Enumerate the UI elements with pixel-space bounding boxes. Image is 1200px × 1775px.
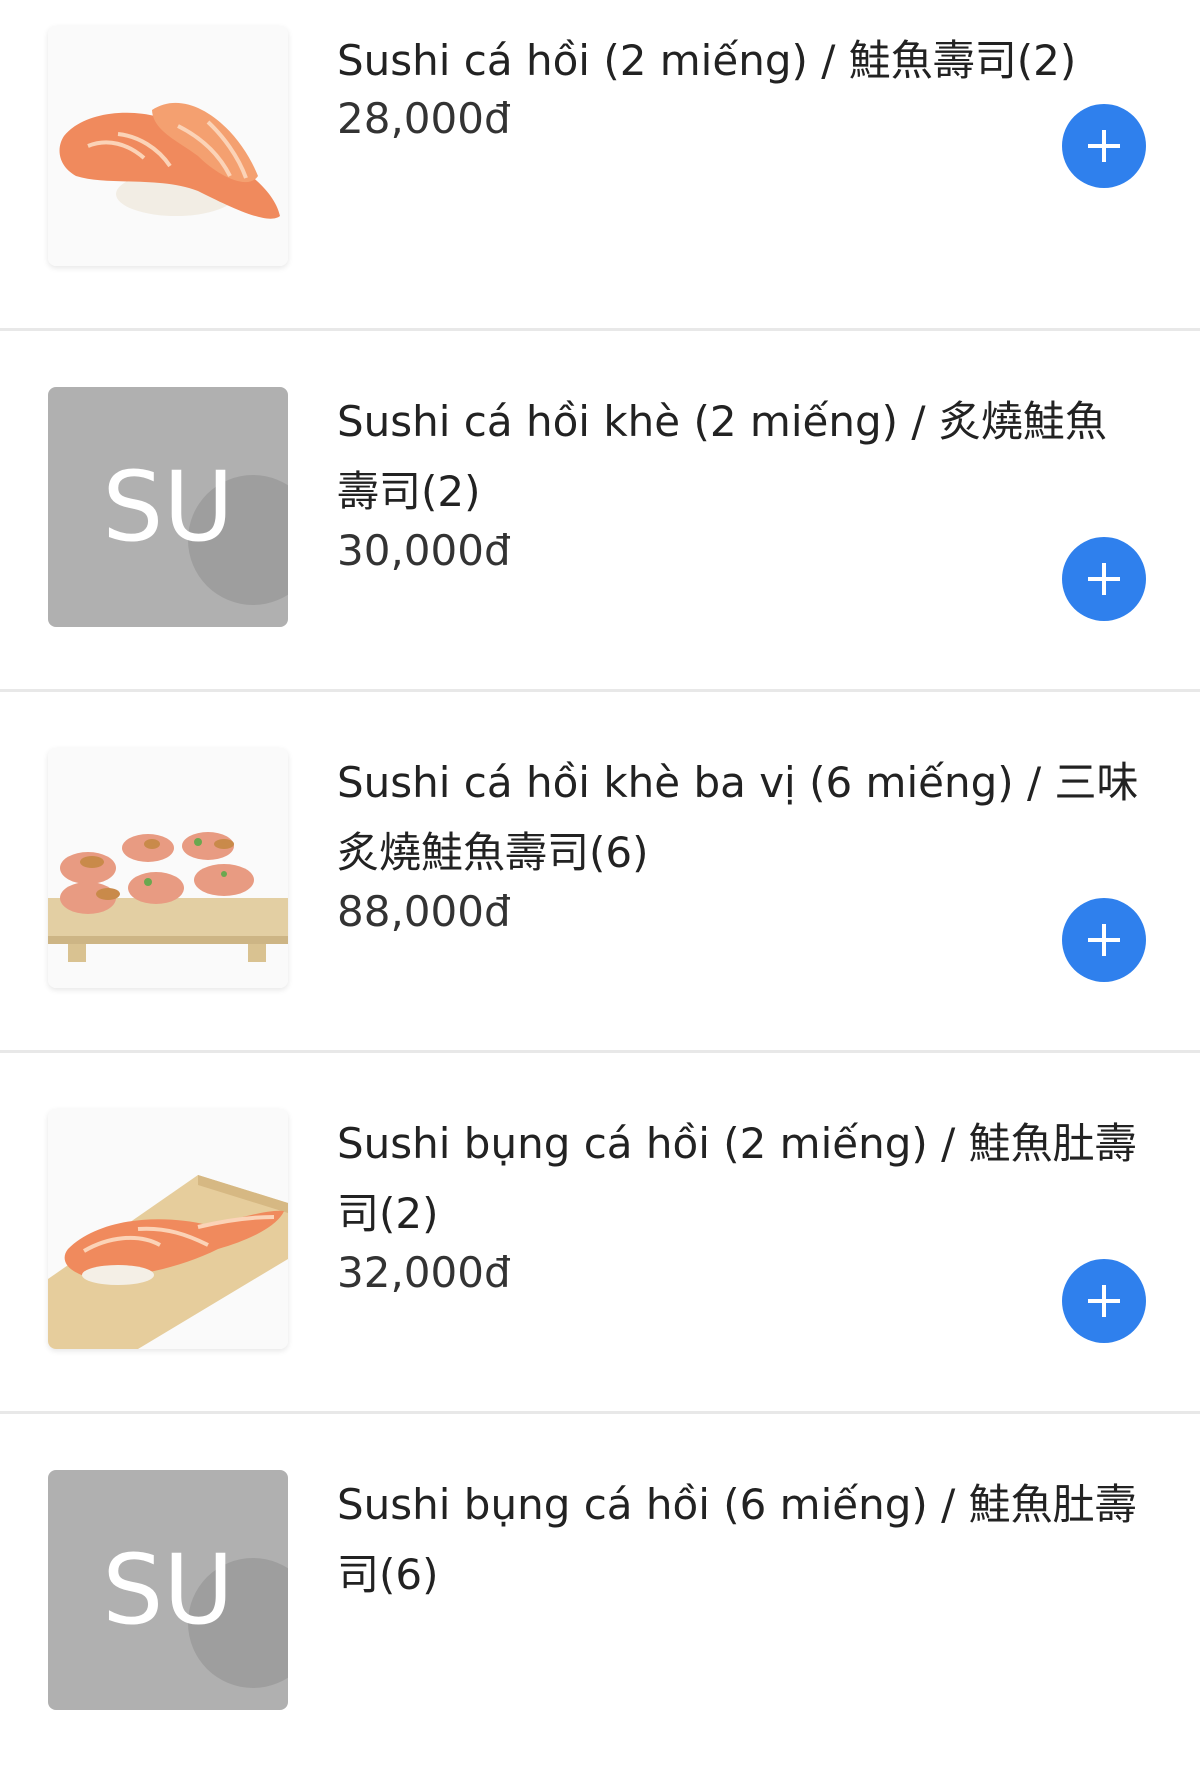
item-name: Sushi bụng cá hồi (2 miếng) / 鮭魚肚壽司(2) [337, 1119, 1137, 1238]
menu-item[interactable]: Sushi cá hồi khè ba vị (6 miếng) / 三味炙燒鮭… [0, 692, 1200, 1053]
item-name: Sushi cá hồi khè ba vị (6 miếng) / 三味炙燒鮭… [337, 758, 1139, 877]
item-price: 32,000đ [337, 1248, 511, 1297]
item-image-placeholder: SU [48, 387, 288, 627]
menu-item[interactable]: Sushi cá hồi (2 miếng) / 鮭魚壽司(2) 28,000đ [0, 0, 1200, 331]
item-name: Sushi bụng cá hồi (6 miếng) / 鮭魚肚壽司(6) [337, 1480, 1137, 1599]
item-image-seared-salmon-platter [48, 748, 288, 988]
item-price: 30,000đ [337, 526, 511, 575]
placeholder-initials: SU [102, 1534, 234, 1646]
item-image-salmon-belly-nigiri [48, 1109, 288, 1349]
placeholder-initials: SU [102, 451, 234, 563]
menu-item[interactable]: SU Sushi cá hồi khè (2 miếng) / 炙燒鮭魚壽司(2… [0, 331, 1200, 692]
item-name: Sushi cá hồi khè (2 miếng) / 炙燒鮭魚壽司(2) [337, 397, 1107, 516]
add-to-cart-button[interactable] [1062, 898, 1146, 982]
add-to-cart-button[interactable] [1062, 537, 1146, 621]
add-to-cart-button[interactable] [1062, 1259, 1146, 1343]
menu-item[interactable]: SU Sushi bụng cá hồi (6 miếng) / 鮭魚肚壽司(6… [0, 1414, 1200, 1775]
item-name: Sushi cá hồi (2 miếng) / 鮭魚壽司(2) [337, 36, 1077, 85]
item-price: 28,000đ [337, 94, 511, 143]
item-price: 88,000đ [337, 887, 511, 936]
menu-item[interactable]: Sushi bụng cá hồi (2 miếng) / 鮭魚肚壽司(2) 3… [0, 1053, 1200, 1414]
menu-item-list: Sushi cá hồi (2 miếng) / 鮭魚壽司(2) 28,000đ… [0, 0, 1200, 1775]
add-to-cart-button[interactable] [1062, 104, 1146, 188]
item-image-salmon-nigiri [48, 26, 288, 266]
item-image-placeholder: SU [48, 1470, 288, 1710]
